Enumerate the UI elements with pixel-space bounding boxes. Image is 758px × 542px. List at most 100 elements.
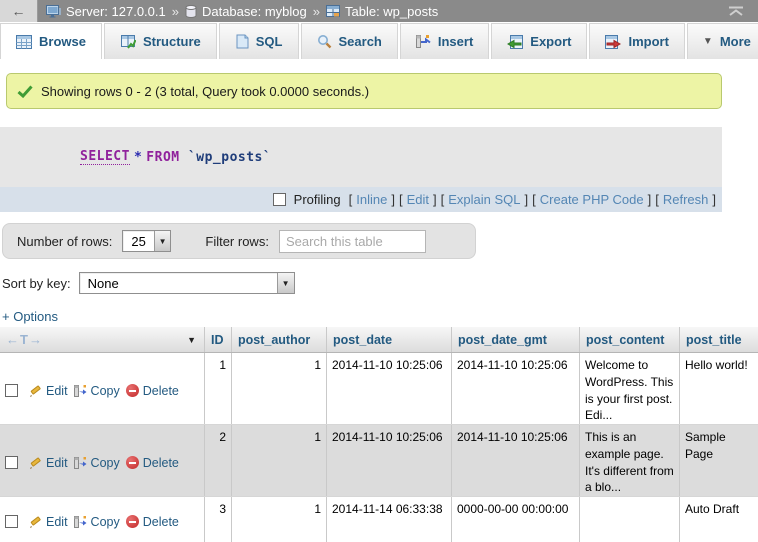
edit-label: Edit <box>46 456 68 470</box>
filter-rows-label: Filter rows: <box>205 234 269 249</box>
cell-post-title: Sample Page <box>680 425 758 496</box>
tab-label: Browse <box>39 34 86 49</box>
cell-post-author: 1 <box>232 497 327 542</box>
cell-post-date-gmt: 2014-11-10 10:25:06 <box>452 425 580 496</box>
tab-more[interactable]: ▼ More <box>687 23 758 59</box>
sql-keyword-select[interactable]: SELECT <box>80 149 130 165</box>
breadcrumb-server[interactable]: Server: 127.0.0.1 <box>66 4 166 19</box>
filter-search-input[interactable] <box>279 230 426 253</box>
sort-by-key-label: Sort by key: <box>2 276 71 291</box>
chevron-down-icon: ▼ <box>277 273 294 293</box>
delete-row-link[interactable]: Delete <box>126 456 179 470</box>
copy-row-link[interactable]: Copy <box>74 384 120 398</box>
table-header-row: ←T→ ▼ ID post_author post_date post_date… <box>0 327 758 353</box>
cell-post-title: Hello world! <box>680 353 758 424</box>
column-header-post-content[interactable]: post_content <box>580 327 680 352</box>
bracket: [ <box>399 192 403 207</box>
tab-sql[interactable]: SQL <box>219 23 299 59</box>
copy-row-link[interactable]: Copy <box>74 515 120 529</box>
selected-value: None <box>80 273 277 293</box>
tab-label: Export <box>530 34 571 49</box>
chevron-down-icon: ▼ <box>154 231 171 251</box>
delete-row-link[interactable]: Delete <box>126 515 179 529</box>
delete-icon <box>126 456 139 469</box>
cell-post-date: 2014-11-14 06:33:38 <box>327 497 452 542</box>
cell-post-date-gmt: 2014-11-10 10:25:06 <box>452 353 580 424</box>
tab-export[interactable]: Export <box>491 23 587 59</box>
edit-row-link[interactable]: Edit <box>28 515 68 529</box>
edit-label: Edit <box>46 384 68 398</box>
cell-post-content: Welcome to WordPress. This is your first… <box>580 353 680 424</box>
back-arrow-icon: ← <box>12 3 26 19</box>
row-checkbox[interactable] <box>5 384 18 397</box>
results-table: ←T→ ▼ ID post_author post_date post_date… <box>0 327 758 542</box>
cell-id: 3 <box>205 497 232 542</box>
tab-import[interactable]: Import <box>589 23 684 59</box>
row-actions-cell: Edit Copy Delete <box>0 497 205 542</box>
sort-key-select[interactable]: None ▼ <box>79 272 295 294</box>
show-all-columns-icon[interactable]: ←T→ <box>6 332 43 347</box>
column-header-id[interactable]: ID <box>205 327 232 352</box>
breadcrumb-table[interactable]: Table: wp_posts <box>345 4 438 19</box>
sort-by-key-row: Sort by key: None ▼ <box>2 269 758 297</box>
explain-sql-link[interactable]: Explain SQL <box>448 192 520 207</box>
bracket: ] <box>433 192 437 207</box>
column-header-post-date-gmt[interactable]: post_date_gmt <box>452 327 580 352</box>
sql-star: * <box>130 150 146 165</box>
structure-icon <box>120 35 136 49</box>
copy-icon <box>74 456 87 470</box>
edit-row-link[interactable]: Edit <box>28 384 68 398</box>
copy-row-link[interactable]: Copy <box>74 456 120 470</box>
header-actions-cell: ←T→ ▼ <box>0 327 205 352</box>
bracket: ] <box>391 192 395 207</box>
number-of-rows-select[interactable]: 25 ▼ <box>122 230 171 252</box>
column-header-post-date[interactable]: post_date <box>327 327 452 352</box>
refresh-link[interactable]: Refresh <box>663 192 709 207</box>
sql-table-identifier: `wp_posts` <box>188 150 271 165</box>
inline-link[interactable]: Inline <box>356 192 387 207</box>
breadcrumb-database[interactable]: Database: myblog <box>202 4 307 19</box>
copy-icon <box>74 384 87 398</box>
collapse-icon <box>728 6 744 17</box>
cell-post-content: This is an example page. It's different … <box>580 425 680 496</box>
profiling-checkbox[interactable] <box>273 193 286 206</box>
edit-row-link[interactable]: Edit <box>28 456 68 470</box>
tab-search[interactable]: Search <box>301 23 398 59</box>
server-icon <box>46 5 61 18</box>
breadcrumb-separator: » <box>312 4 321 19</box>
profiling-label: Profiling <box>294 192 341 207</box>
chevron-down-icon: ▼ <box>703 36 713 47</box>
tab-label: SQL <box>256 34 283 49</box>
insert-icon <box>416 34 431 49</box>
delete-row-link[interactable]: Delete <box>126 384 179 398</box>
cell-post-author: 1 <box>232 425 327 496</box>
back-button[interactable]: ← <box>0 0 38 22</box>
selected-value: 25 <box>123 231 153 251</box>
row-checkbox[interactable] <box>5 456 18 469</box>
delete-label: Delete <box>143 384 179 398</box>
create-php-code-link[interactable]: Create PHP Code <box>540 192 644 207</box>
status-text: Showing rows 0 - 2 (3 total, Query took … <box>41 84 369 99</box>
tab-browse[interactable]: Browse <box>0 23 102 59</box>
collapse-button[interactable] <box>728 0 758 22</box>
options-toggle-link[interactable]: + Options <box>2 309 58 324</box>
cell-post-content <box>580 497 680 542</box>
bracket: ] <box>648 192 652 207</box>
table-row: Edit Copy Delete 1 1 2014-11-10 10:25:06… <box>0 353 758 425</box>
delete-icon <box>126 515 139 528</box>
tab-structure[interactable]: Structure <box>104 23 217 59</box>
row-checkbox[interactable] <box>5 515 18 528</box>
edit-label: Edit <box>46 515 68 529</box>
table-icon <box>326 5 340 17</box>
tab-insert[interactable]: Insert <box>400 23 489 59</box>
edit-query-link[interactable]: Edit <box>407 192 429 207</box>
copy-label: Copy <box>91 456 120 470</box>
delete-label: Delete <box>143 515 179 529</box>
column-header-post-author[interactable]: post_author <box>232 327 327 352</box>
bracket: ] <box>712 192 716 207</box>
sort-dropdown-icon[interactable]: ▼ <box>187 335 198 345</box>
column-header-post-title[interactable]: post_title <box>680 327 758 352</box>
pencil-icon <box>28 384 42 398</box>
cell-post-date: 2014-11-10 10:25:06 <box>327 425 452 496</box>
pencil-icon <box>28 456 42 470</box>
